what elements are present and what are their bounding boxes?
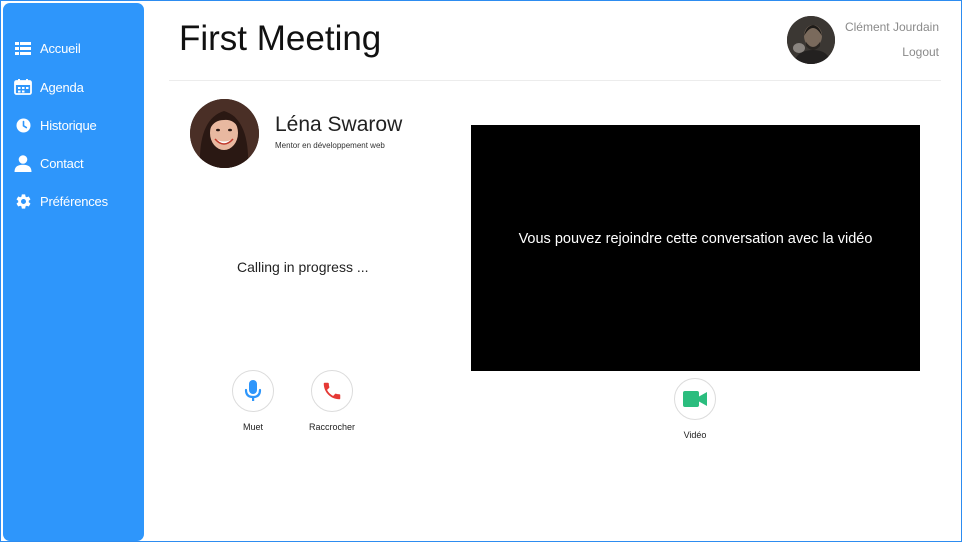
calendar-icon: [13, 77, 33, 97]
logout-link[interactable]: Logout: [902, 45, 939, 59]
person-icon: [13, 153, 33, 173]
sidebar-item-label: Historique: [40, 117, 97, 133]
sidebar-item-label: Agenda: [40, 79, 84, 95]
sidebar-item-label: Accueil: [40, 40, 81, 56]
call-status: Calling in progress ...: [237, 259, 369, 275]
sidebar: Accueil Agenda Historique Contact Préfér…: [3, 3, 144, 541]
contact-photo-icon: [190, 99, 259, 168]
sidebar-item-historique[interactable]: Historique: [13, 113, 97, 137]
sidebar-item-label: Préférences: [40, 193, 108, 209]
user-name: Clément Jourdain: [844, 20, 939, 34]
contact-avatar: [190, 99, 259, 168]
contact-name: Léna Swarow: [275, 113, 403, 136]
page-title: First Meeting: [179, 19, 382, 58]
gear-icon: [13, 191, 33, 211]
video-area: Vous pouvez rejoindre cette conversation…: [471, 125, 920, 371]
hangup-label: Raccrocher: [308, 422, 355, 432]
sidebar-item-accueil[interactable]: Accueil: [13, 36, 81, 60]
clock-icon: [13, 115, 33, 135]
sidebar-item-preferences[interactable]: Préférences: [13, 189, 108, 213]
hangup-button[interactable]: [311, 370, 353, 412]
app-window: Accueil Agenda Historique Contact Préfér…: [0, 0, 962, 542]
phone-icon: [323, 382, 341, 400]
mute-label: Muet: [242, 422, 263, 432]
header-divider: [169, 80, 941, 81]
video-camera-icon: [683, 391, 707, 407]
video-message: Vous pouvez rejoindre cette conversation…: [518, 231, 873, 247]
user-photo-icon: [787, 16, 835, 64]
video-button[interactable]: [674, 378, 716, 420]
video-label: Vidéo: [683, 430, 707, 440]
sidebar-item-agenda[interactable]: Agenda: [13, 75, 84, 99]
contact-role: Mentor en développement web: [275, 141, 385, 150]
microphone-icon: [244, 380, 262, 401]
mute-button[interactable]: [232, 370, 274, 412]
list-icon: [13, 38, 33, 58]
sidebar-item-contact[interactable]: Contact: [13, 151, 84, 175]
user-avatar[interactable]: [787, 16, 835, 64]
sidebar-item-label: Contact: [40, 155, 84, 171]
